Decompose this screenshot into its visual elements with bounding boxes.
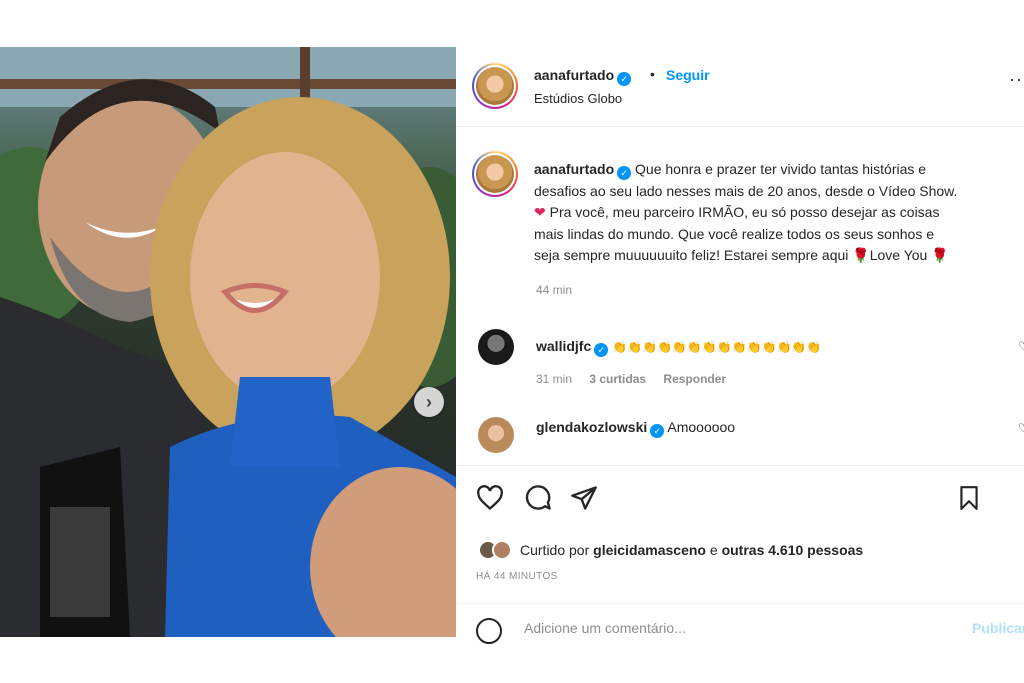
- commenter-avatar[interactable]: [478, 417, 514, 453]
- caption-avatar[interactable]: [472, 151, 518, 197]
- comment-text: 👏👏👏👏👏👏👏👏👏👏👏👏👏👏: [612, 340, 822, 354]
- separator-dot: •: [650, 66, 655, 82]
- publish-button[interactable]: Publicar: [972, 620, 1024, 636]
- add-comment-bar: Adicione um comentário... Publicar: [456, 603, 1024, 644]
- post-panel: aanafurtado ✓ • Seguir Estúdios Globo ·· …: [456, 47, 1024, 644]
- comment-username[interactable]: wallidjfc: [536, 338, 591, 354]
- author-avatar[interactable]: [472, 63, 518, 109]
- post-timestamp[interactable]: HÁ 44 MINUTOS: [476, 571, 558, 582]
- verified-icon: ✓: [594, 343, 609, 357]
- comment-body: glendakozlowski ✓ Amoooooo: [536, 419, 735, 438]
- liker-avatar[interactable]: [492, 540, 512, 560]
- chevron-right-icon: ›: [426, 391, 432, 412]
- comment-text: Amoooooo: [667, 419, 736, 435]
- caption-line-3: Pra você, meu parceiro IRMÃO, eu só poss…: [545, 204, 940, 220]
- caption-line-1: Que honra e prazer ter vivido tantas his…: [635, 161, 927, 177]
- caption-line-5b: Love You: [869, 247, 932, 263]
- rose-emoji: 🌹: [931, 247, 949, 263]
- comment-likes[interactable]: 3 curtidas: [589, 372, 646, 386]
- comment-meta: 31 min 3 curtidas Responder: [536, 372, 740, 386]
- comment-time[interactable]: 31 min: [536, 372, 572, 386]
- photo-illustration: [0, 47, 456, 637]
- red-heart-emoji: ❤: [534, 204, 546, 220]
- commenter-avatar[interactable]: [478, 329, 514, 365]
- likes-middle: e: [705, 542, 722, 558]
- verified-icon: ✓: [617, 72, 632, 86]
- caption-time[interactable]: 44 min: [536, 283, 572, 297]
- likes-prefix: Curtido por: [520, 542, 594, 558]
- comment-icon[interactable]: [524, 484, 552, 512]
- verified-icon: ✓: [617, 166, 632, 180]
- comment-like-icon[interactable]: ♡: [1018, 421, 1024, 435]
- likes-summary: Curtido por gleicidamasceno e outras 4.6…: [478, 540, 863, 560]
- comment-body: wallidjfc ✓ 👏👏👏👏👏👏👏👏👏👏👏👏👏👏: [536, 338, 821, 357]
- post-header: aanafurtado ✓ • Seguir Estúdios Globo ··: [456, 47, 1024, 127]
- more-options-icon[interactable]: ··: [1009, 69, 1023, 90]
- bookmark-icon[interactable]: [956, 484, 982, 512]
- author-username-text[interactable]: aanafurtado: [534, 67, 614, 83]
- caption-text: aanafurtado ✓ Que honra e prazer ter vivi…: [534, 159, 1014, 267]
- heart-icon[interactable]: [476, 484, 504, 512]
- comment-input[interactable]: Adicione um comentário...: [524, 620, 686, 636]
- next-photo-button[interactable]: ›: [414, 387, 444, 417]
- comment-username[interactable]: glendakozlowski: [536, 419, 647, 435]
- reply-button[interactable]: Responder: [663, 372, 726, 386]
- caption-username[interactable]: aanafurtado: [534, 161, 614, 177]
- share-icon[interactable]: [570, 484, 598, 512]
- post-location[interactable]: Estúdios Globo: [534, 91, 622, 106]
- comment-like-icon[interactable]: ♡: [1018, 339, 1024, 353]
- author-username[interactable]: aanafurtado ✓: [534, 67, 632, 86]
- emoji-icon[interactable]: [476, 618, 502, 644]
- rose-emoji: 🌹: [852, 247, 870, 263]
- follow-button[interactable]: Seguir: [666, 67, 710, 83]
- likes-others[interactable]: outras 4.610 pessoas: [722, 542, 864, 558]
- post-actions: Curtido por gleicidamasceno e outras 4.6…: [456, 465, 1024, 644]
- caption-line-5a: seja sempre muuuuuuito feliz! Estarei se…: [534, 247, 853, 263]
- caption-line-4: mais lindas do mundo. Que você realize t…: [534, 225, 935, 242]
- post-photo[interactable]: ›: [0, 47, 456, 637]
- caption-line-2: desafios ao seu lado nesses mais de 20 a…: [534, 182, 958, 199]
- verified-icon: ✓: [650, 424, 665, 438]
- likes-text: Curtido por gleicidamasceno e outras 4.6…: [520, 542, 863, 558]
- liker-username[interactable]: gleicidamasceno: [593, 542, 706, 558]
